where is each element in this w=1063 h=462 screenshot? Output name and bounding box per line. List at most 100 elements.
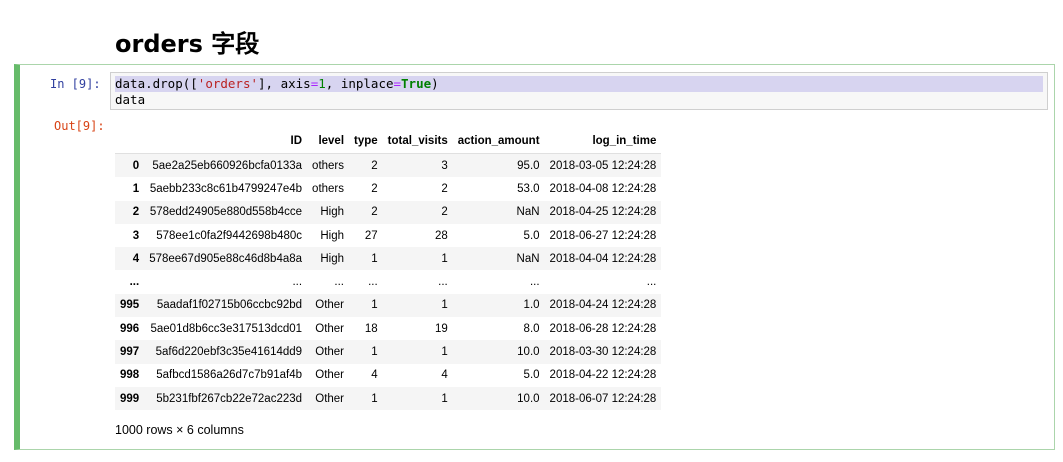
table-cell: 18 xyxy=(364,322,378,335)
table-cell: High xyxy=(320,252,345,265)
input-prompt: In [9]: xyxy=(50,77,101,91)
table-row: 999 5b231fbf267cb22e72ac223d Other 1 1 10.0 20… xyxy=(115,386,662,411)
code-editor[interactable]: data.drop(['orders'], axis=1, inplace=Tr… xyxy=(110,72,1048,110)
table-cell: High xyxy=(320,229,345,242)
table-cell: High xyxy=(320,206,345,219)
table-cell: 1 xyxy=(371,392,378,405)
table-cell: Other xyxy=(315,346,345,359)
table-row: 2 578edd24905e880d558b4cce High 2 2 NaN 2018-0… xyxy=(115,200,662,224)
table-cell: 2018-04-22 12:24:28 xyxy=(549,369,657,382)
column-header: type xyxy=(349,129,383,154)
table-cell: 2 xyxy=(441,206,448,219)
row-index: 1 xyxy=(132,182,140,195)
row-index: 3 xyxy=(132,229,140,242)
table-cell: 5aadaf1f02715b06ccbc92bd xyxy=(156,299,303,312)
table-header-row: ID level type total_visits action_amount… xyxy=(115,129,662,154)
output-prompt: Out[9]: xyxy=(54,119,105,133)
table-cell: 5b231fbf267cb22e72ac223d xyxy=(156,392,303,405)
table-cell: 2 xyxy=(371,206,378,219)
table-cell: 4 xyxy=(441,369,448,382)
table-cell: 1 xyxy=(441,299,448,312)
table-cell: others xyxy=(312,182,345,195)
code-token: data.drop([ xyxy=(115,76,198,91)
table-cell: 2 xyxy=(371,182,378,195)
row-index: 996 xyxy=(120,322,140,335)
table-cell: 578edd24905e880d558b4cce xyxy=(149,206,303,219)
table-cell: NaN xyxy=(516,206,540,219)
table-cell: 1 xyxy=(441,392,448,405)
table-cell: ... xyxy=(438,276,448,289)
table-cell: 53.0 xyxy=(517,182,540,195)
table-cell: 578ee67d905e88c46d8b4a8a xyxy=(149,252,303,265)
row-index: 997 xyxy=(120,346,140,359)
table-cell: 2018-06-28 12:24:28 xyxy=(549,322,657,335)
table-cell: 19 xyxy=(434,322,448,335)
table-cell: NaN xyxy=(516,252,540,265)
table-cell: 95.0 xyxy=(517,159,540,172)
table-cell: 2018-06-07 12:24:28 xyxy=(549,392,657,405)
table-cell: ... xyxy=(292,276,303,289)
table-row: 998 5afbcd1586a26d7c7b91af4b Other 4 4 5.0 201… xyxy=(115,364,661,387)
table-cell: ... xyxy=(529,276,540,289)
column-header xyxy=(115,129,145,154)
table-cell: Other xyxy=(315,392,345,405)
table-cell: 4 xyxy=(371,369,378,382)
row-index: 995 xyxy=(120,299,140,312)
table-cell: 3 xyxy=(441,159,448,172)
table-cell: ... xyxy=(368,276,378,289)
row-index: 2 xyxy=(132,206,140,219)
row-index: 999 xyxy=(120,392,140,405)
table-cell: Other xyxy=(315,299,345,312)
row-index: ... xyxy=(129,276,140,289)
table-row: 3 578ee1c0fa2f9442698b480c High 27 28 5.0 2018… xyxy=(115,224,661,247)
table-cell: 5ae2a25eb660926bcfa0133a xyxy=(152,159,303,172)
table-cell: Other xyxy=(315,322,345,335)
table-cell: 2018-06-27 12:24:28 xyxy=(549,229,657,242)
table-cell: 2018-04-04 12:24:28 xyxy=(549,252,657,265)
table-cell: 1 xyxy=(371,252,378,265)
table-cell: ... xyxy=(646,276,657,289)
code-line-1: data.drop(['orders'], axis=1, inplace=Tr… xyxy=(115,76,1043,92)
table-cell: 10.0 xyxy=(517,346,540,359)
table-cell: 5aebb233c8c61b4799247e4b xyxy=(149,182,303,195)
row-index: 998 xyxy=(120,369,140,382)
dataframe-table: ID level type total_visits action_amount… xyxy=(115,129,662,411)
table-cell: 578ee1c0fa2f9442698b480c xyxy=(156,229,303,242)
code-token: , inplace xyxy=(325,76,394,91)
table-cell: 2 xyxy=(441,182,448,195)
table-cell: Other xyxy=(315,369,345,382)
table-cell: 2018-04-25 12:24:28 xyxy=(549,206,657,219)
table-cell: 2018-03-30 12:24:28 xyxy=(549,346,657,359)
code-keyword-token: True xyxy=(401,76,432,91)
code-string-token: 'orders' xyxy=(197,76,259,91)
table-cell: 10.0 xyxy=(517,392,540,405)
table-cell: 1 xyxy=(441,346,448,359)
column-header: ID xyxy=(144,129,308,154)
table-cell: 2018-04-08 12:24:28 xyxy=(549,182,657,195)
code-token: ], axis xyxy=(258,76,311,91)
code-token: ) xyxy=(431,76,439,91)
table-cell: ... xyxy=(334,276,345,289)
code-line-2: data xyxy=(115,92,146,107)
code-number-token: 1 xyxy=(318,76,326,91)
table-row: 995 5aadaf1f02715b06ccbc92bd Other 1 1 1.0 201… xyxy=(115,293,662,318)
column-header: total_visits xyxy=(382,129,453,154)
table-cell: 1 xyxy=(371,299,378,312)
row-index: 0 xyxy=(132,159,140,172)
table-cell: 1 xyxy=(371,346,378,359)
table-cell: 1.0 xyxy=(523,299,540,312)
table-cell: 5af6d220ebf3c35e41614dd9 xyxy=(155,346,303,359)
table-cell: 8.0 xyxy=(523,322,540,335)
column-header: level xyxy=(307,129,350,154)
table-cell: 5.0 xyxy=(523,369,540,382)
table-cell: 1 xyxy=(441,252,448,265)
table-cell: 2 xyxy=(371,159,378,172)
table-row: 997 5af6d220ebf3c35e41614dd9 Other 1 1 10.0 20… xyxy=(115,340,662,364)
table-cell: 5.0 xyxy=(523,229,540,242)
table-cell: 28 xyxy=(434,229,448,242)
table-cell: 5afbcd1586a26d7c7b91af4b xyxy=(156,369,303,382)
table-cell: others xyxy=(312,159,345,172)
column-header: action_amount xyxy=(452,129,545,154)
table-cell: 2018-04-24 12:24:28 xyxy=(549,299,657,312)
table-row: ..................... xyxy=(115,270,661,293)
